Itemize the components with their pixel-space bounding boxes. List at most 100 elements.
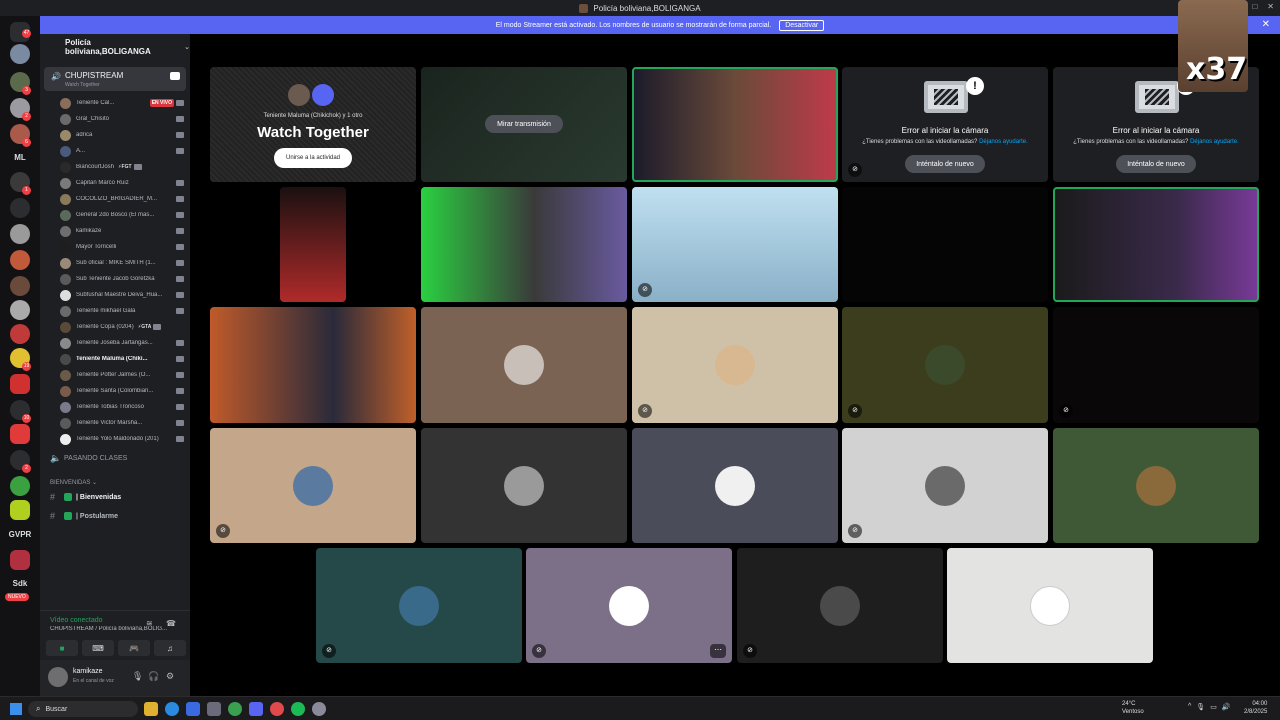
server-gvpr[interactable]: GVPR	[4, 530, 36, 539]
voice-user[interactable]: adrica	[60, 127, 184, 143]
video-tile[interactable]	[280, 187, 346, 302]
maximize-button[interactable]: □	[1252, 2, 1257, 11]
voice-user[interactable]: Teniente Copa (0204) ⚡GTA	[60, 319, 184, 335]
screen-share-button[interactable]: ⌨	[82, 640, 114, 656]
more-options-icon[interactable]: ⋯	[710, 644, 726, 658]
voice-user[interactable]: Subfushal Maestre Deiva_Hua...	[60, 287, 184, 303]
text-channel-postularme[interactable]: # | Postularme	[50, 511, 118, 521]
help-link[interactable]: Déjanos ayudarte.	[979, 139, 1028, 145]
camera-button[interactable]: ■	[46, 640, 78, 656]
windows-start-icon[interactable]	[10, 703, 22, 715]
video-tile[interactable]: ⊘	[632, 187, 838, 302]
chevron-up-icon[interactable]: ^	[1188, 703, 1191, 711]
headphones-icon[interactable]: 🎧	[148, 671, 159, 682]
server-icon[interactable]	[10, 476, 30, 496]
voice-user[interactable]: Teniente Santa (Colombian...	[60, 383, 184, 399]
activity-button[interactable]: 🎮	[118, 640, 150, 656]
disconnect-icon[interactable]: ☎	[166, 619, 176, 628]
help-link[interactable]: Déjanos ayudarte.	[1190, 139, 1239, 145]
category-bienvenidas[interactable]: BIENVENIDAS ⌄	[50, 479, 97, 486]
voice-user[interactable]: Teniente Joseba Jartangas...	[60, 335, 184, 351]
edge-icon[interactable]	[165, 702, 179, 716]
server-icon[interactable]	[10, 44, 30, 64]
voice-user[interactable]: Mayor Torricelli	[60, 239, 184, 255]
camera-error-tile[interactable]: ! Error al iniciar la cámara ¿Tienes pro…	[842, 67, 1048, 182]
retry-button[interactable]: Inténtalo de nuevo	[905, 155, 985, 173]
screen-share-tile[interactable]: Mirar transmisión	[421, 67, 627, 182]
retry-button[interactable]: Inténtalo de nuevo	[1116, 155, 1196, 173]
store-icon[interactable]	[186, 702, 200, 716]
video-tile[interactable]	[421, 187, 627, 302]
user-tile[interactable]	[947, 548, 1153, 663]
voice-user[interactable]: Teniente Victor Marsha...	[60, 415, 184, 431]
network-icon[interactable]: ▭	[1210, 703, 1217, 711]
user-tile[interactable]	[632, 428, 838, 543]
voice-user[interactable]: Teniente Yolo Maldonado (201)	[60, 431, 184, 447]
voice-user[interactable]: Teniente mikhael Gala	[60, 303, 184, 319]
voice-channel-path[interactable]: CHUPISTREAM / Policía boliviana,BOLIG...	[50, 626, 178, 632]
user-tile[interactable]: ⊘	[1053, 307, 1259, 423]
user-tile[interactable]: ⊘	[842, 428, 1048, 543]
voice-channel-pasando-clases[interactable]: 🔈 PASANDO CLASES	[50, 453, 127, 464]
voice-user[interactable]: Gral_Chisito	[60, 111, 184, 127]
voice-user[interactable]: General 2do Bosco (El mas...	[60, 207, 184, 223]
microphone-icon[interactable]: 🎙	[132, 671, 143, 682]
voice-user[interactable]: Teniente Potter Jalmes (O...	[60, 367, 184, 383]
video-tile[interactable]	[210, 307, 416, 423]
taskbar-search[interactable]: ⌕ Buscar	[28, 701, 138, 717]
voice-user[interactable]: Sub oficial : MIKE SMITH (1...	[60, 255, 184, 271]
close-window-button[interactable]: ✕	[1267, 2, 1274, 11]
settings-icon[interactable]	[312, 702, 326, 716]
video-tile[interactable]	[1053, 187, 1259, 302]
server-icon[interactable]	[10, 250, 30, 270]
file-explorer-icon[interactable]	[144, 702, 158, 716]
voice-user[interactable]: Teniente Tobias Troncoso	[60, 399, 184, 415]
volume-icon[interactable]: 🔊	[1222, 703, 1231, 711]
server-ml[interactable]: ML	[4, 153, 36, 162]
video-tile[interactable]	[632, 67, 838, 182]
text-channel-bienvenidas[interactable]: # | Bienvenidas	[50, 492, 121, 502]
app-icon[interactable]	[270, 702, 284, 716]
voice-channel-chupistream[interactable]: 🔊 CHUPISTREAM Watch Together	[44, 67, 186, 91]
server-icon[interactable]	[10, 424, 30, 444]
voice-user[interactable]: COCOLIZO_BRIGADIER_M...	[60, 191, 184, 207]
server-sdk[interactable]: Sdk	[4, 579, 36, 588]
user-tile[interactable]: ⊘	[842, 307, 1048, 423]
microphone-icon[interactable]: 🎙	[1196, 703, 1205, 711]
discord-icon[interactable]	[249, 702, 263, 716]
soundboard-button[interactable]: ♫	[154, 640, 186, 656]
voice-user[interactable]: BiancourtJosh ⚡FGT	[60, 159, 184, 175]
avatar[interactable]	[48, 667, 68, 687]
weather-widget[interactable]: 24°C Ventoso	[1122, 700, 1144, 716]
voice-user[interactable]: kamikaze	[60, 223, 184, 239]
user-tile[interactable]: ⊘	[316, 548, 522, 663]
video-tile[interactable]	[842, 187, 1048, 302]
voice-user[interactable]: Capitan Marco Ruiz	[60, 175, 184, 191]
watch-together-tile[interactable]: Teniente Maluma (Chikichok) y 1 otro Wat…	[210, 67, 416, 182]
server-icon[interactable]	[10, 300, 30, 320]
disable-streamer-button[interactable]: Desactivar	[779, 19, 825, 31]
spotify-icon[interactable]	[291, 702, 305, 716]
gear-icon[interactable]: ⚙	[166, 671, 174, 682]
voice-user[interactable]: Teniente Maluma (Chiki...	[60, 351, 184, 367]
voice-user[interactable]: Sub Teniente Jacob Goretzka	[60, 271, 184, 287]
server-icon[interactable]	[10, 374, 30, 394]
user-tile[interactable]: ⊘ ⋯	[526, 548, 732, 663]
chrome-icon[interactable]	[228, 702, 242, 716]
banner-close-icon[interactable]: ✕	[1262, 19, 1270, 30]
watch-stream-button[interactable]: Mirar transmisión	[485, 115, 563, 133]
server-icon[interactable]	[10, 198, 30, 218]
user-tile[interactable]: ⊘	[210, 428, 416, 543]
server-icon[interactable]	[10, 224, 30, 244]
server-icon[interactable]	[10, 324, 30, 344]
noise-suppression-icon[interactable]: ≋	[146, 619, 153, 628]
voice-status[interactable]: Vídeo conectado	[50, 617, 103, 624]
user-tile[interactable]: ⊘	[737, 548, 943, 663]
server-icon[interactable]	[10, 500, 30, 520]
voice-user[interactable]: Teniente Cal... EN VIVO	[60, 95, 184, 111]
user-tile[interactable]	[421, 307, 627, 423]
server-header[interactable]: Policía boliviana,BOLIGANGA ⌄	[40, 34, 190, 60]
calculator-icon[interactable]	[207, 702, 221, 716]
server-icon[interactable]	[10, 550, 30, 570]
user-tile[interactable]	[421, 428, 627, 543]
